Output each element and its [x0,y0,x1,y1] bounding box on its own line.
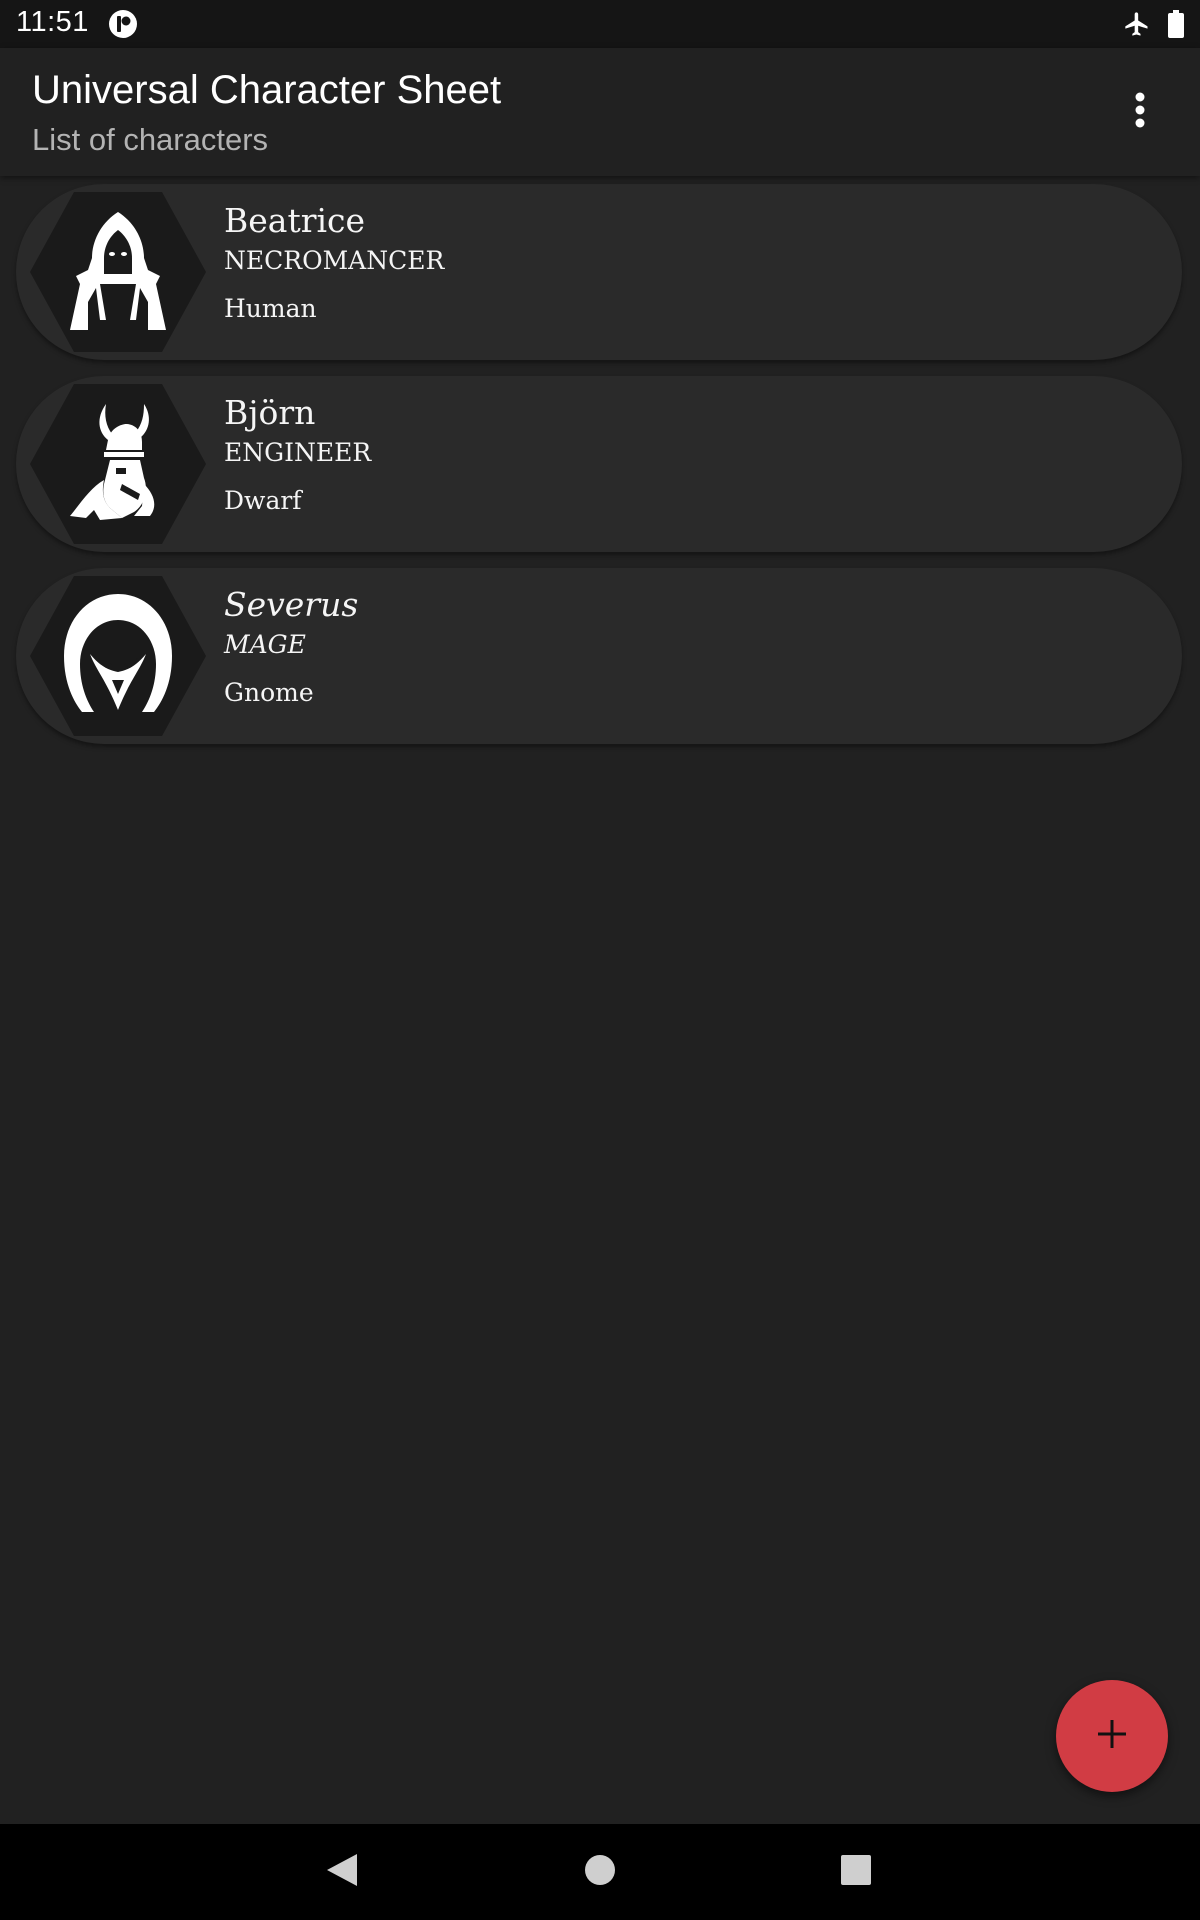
home-button[interactable] [576,1848,624,1896]
viking-dwarf-icon [30,384,206,544]
character-card-beatrice[interactable]: Beatrice NECROMANCER Human [16,184,1182,360]
app-notification-icon [108,9,138,39]
recents-icon [840,1854,872,1891]
back-button[interactable] [318,1848,366,1896]
battery-icon [1168,10,1184,38]
character-race: Human [224,294,317,323]
character-card-bjorn[interactable]: Björn ENGINEER Dwarf [16,376,1182,552]
character-race: Gnome [224,678,314,707]
back-icon [325,1852,359,1893]
add-character-button[interactable] [1056,1680,1168,1792]
airplane-mode-icon [1123,10,1151,38]
app-bar: Universal Character Sheet List of charac… [0,48,1200,176]
more-vert-icon [1134,92,1146,133]
hooded-assassin-icon [30,576,206,736]
status-bar: 11:51 [0,0,1200,48]
character-race: Dwarf [224,486,302,515]
character-card-severus[interactable]: Severus MAGE Gnome [16,568,1182,744]
home-icon [584,1854,616,1891]
more-options-button[interactable] [1116,88,1164,136]
character-class: NECROMANCER [224,246,445,275]
hooded-figure-icon [30,192,206,352]
navigation-bar [0,1824,1200,1920]
character-name: Severus [224,585,359,624]
character-info: Björn ENGINEER Dwarf [224,392,371,518]
character-list: Beatrice NECROMANCER Human Björn ENGINEE… [0,176,1200,760]
character-class: ENGINEER [224,438,372,467]
plus-icon [1096,1718,1128,1755]
recents-button[interactable] [832,1848,880,1896]
app-title: Universal Character Sheet [32,68,502,112]
character-info: Beatrice NECROMANCER Human [224,200,444,326]
app-subtitle: List of characters [32,122,269,157]
character-info: Severus MAGE Gnome [224,584,358,710]
character-name: Björn [224,393,316,432]
character-class: MAGE [224,630,306,659]
character-name: Beatrice [224,201,366,240]
status-time: 11:51 [16,6,89,38]
